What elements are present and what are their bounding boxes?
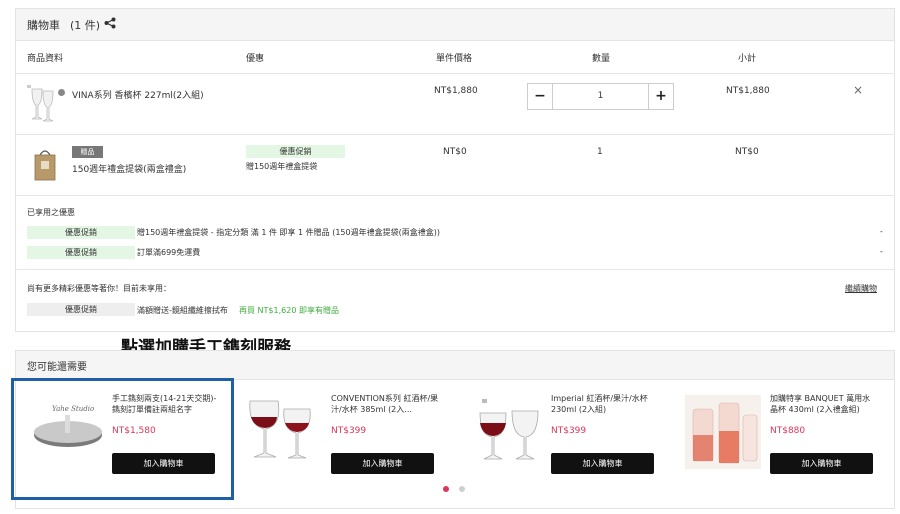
carousel-dot[interactable] — [459, 486, 465, 492]
more-highlight: 再買 NT$1,620 即享有贈品 — [239, 306, 339, 315]
gift-name: 150週年禮盒提袋(兩盒禮盒) — [72, 165, 187, 175]
remove-icon[interactable]: × — [853, 83, 863, 97]
cart-panel: 購物車 (1 件) 商品資料 優惠 單件價格 數量 小計 VINA系列 香檳杯 … — [15, 8, 895, 332]
col-qty: 數量 — [592, 54, 611, 64]
convention-thumb — [244, 395, 316, 467]
more-text: 滿額贈送-鏡組纖維擦拭布 — [137, 306, 228, 315]
radio-dot — [58, 89, 65, 96]
product-card[interactable]: CONVENTION系列 紅酒杯/果汁/水杯 385ml (2入... NT$3… — [244, 381, 464, 493]
highlight-frame — [11, 378, 234, 500]
product-thumb[interactable] — [26, 83, 58, 125]
applied-value: - — [880, 247, 883, 256]
product-title[interactable]: 加購特享 BANQUET 萬用水晶杯 430ml (2入禮盒組) — [770, 393, 876, 415]
add-to-cart-button[interactable]: 加入購物車 — [770, 453, 873, 474]
cart-count: (1 件) — [70, 19, 101, 32]
qty-plus-button[interactable]: + — [648, 84, 673, 109]
add-to-cart-button[interactable]: 加入購物車 — [551, 453, 654, 474]
applied-text: 訂單滿699免運費 — [137, 248, 201, 257]
continue-shopping-link[interactable]: 繼續購物 — [845, 283, 877, 294]
promo-text: 贈150週年禮盒提袋 — [246, 162, 318, 171]
cart-title: 購物車 — [27, 19, 60, 32]
gift-qty: 1 — [597, 147, 603, 157]
suggest-header: 您可能還需要 — [16, 351, 894, 380]
more-tag: 優惠促銷 — [27, 303, 135, 316]
gift-badge: 贈品 — [72, 146, 103, 158]
imperial-thumb — [474, 395, 544, 467]
col-unit-price: 單件價格 — [436, 54, 473, 64]
cart-header: 購物車 (1 件) — [16, 9, 894, 41]
col-subtotal: 小計 — [738, 54, 757, 64]
product-card[interactable]: 加購特享 BANQUET 萬用水晶杯 430ml (2入禮盒組) NT$880 … — [683, 381, 893, 493]
carousel-dot-active[interactable] — [443, 486, 449, 492]
applied-value: - — [880, 227, 883, 236]
more-heading: 尚有更多精彩優惠等著你！目前未享用： — [27, 284, 171, 293]
product-title[interactable]: CONVENTION系列 紅酒杯/果汁/水杯 385ml (2入... — [331, 393, 441, 415]
quantity-stepper[interactable]: − 1 + — [527, 83, 674, 110]
product-price: NT$880 — [770, 426, 806, 436]
share-icon[interactable] — [104, 17, 116, 32]
item-name[interactable]: VINA系列 香檳杯 227ml(2入組) — [72, 88, 204, 101]
suggest-heading: 您可能還需要 — [27, 362, 87, 373]
qty-minus-button[interactable]: − — [528, 84, 553, 109]
gift-subtotal: NT$0 — [735, 147, 759, 157]
applied-tag: 優惠促銷 — [27, 226, 135, 239]
banquet-thumb — [685, 395, 761, 469]
product-price: NT$399 — [551, 426, 587, 436]
gift-bag-thumb[interactable] — [32, 147, 58, 181]
col-product: 商品資料 — [27, 54, 64, 64]
promo-tag: 優惠促銷 — [246, 145, 345, 158]
product-price: NT$399 — [331, 426, 367, 436]
item-price: NT$1,880 — [434, 86, 478, 96]
gift-price: NT$0 — [443, 147, 467, 157]
product-title[interactable]: Imperial 紅酒杯/果汁/水杯 230ml (2入組) — [551, 393, 661, 415]
qty-input[interactable]: 1 — [553, 84, 648, 109]
applied-text: 贈150週年禮盒提袋 - 指定分類 滿 1 件 即享 1 件贈品 (150週年禮… — [137, 228, 440, 237]
item-subtotal: NT$1,880 — [726, 86, 770, 96]
product-card[interactable]: Imperial 紅酒杯/果汁/水杯 230ml (2入組) NT$399 加入… — [464, 381, 684, 493]
col-promo: 優惠 — [246, 54, 265, 64]
add-to-cart-button[interactable]: 加入購物車 — [331, 453, 434, 474]
applied-tag: 優惠促銷 — [27, 246, 135, 259]
applied-heading: 已享用之優惠 — [27, 208, 75, 217]
